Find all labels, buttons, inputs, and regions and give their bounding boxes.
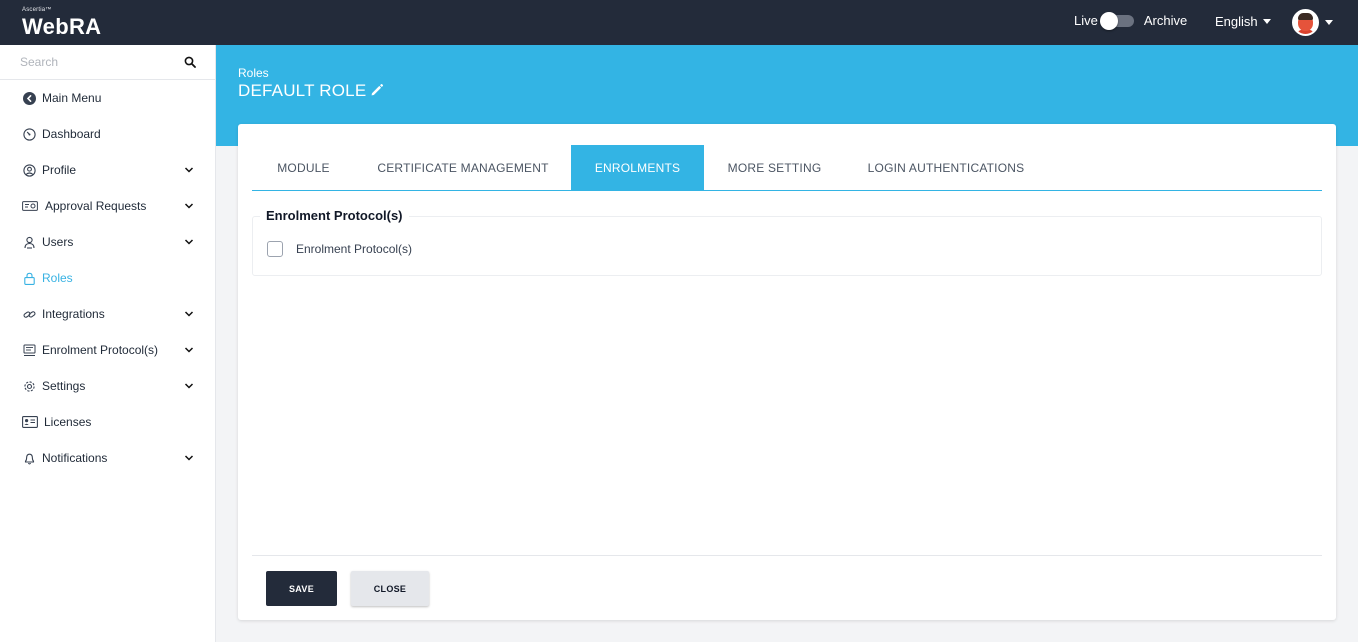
chevron-down-icon — [184, 455, 194, 461]
logo-product: WebRA — [22, 14, 102, 39]
sidebar-item-label: Approval Requests — [45, 199, 147, 213]
sidebar-search — [0, 45, 215, 80]
protocol-icon — [22, 343, 36, 357]
chevron-down-icon — [184, 239, 194, 245]
tab-bar: MODULE CERTIFICATE MANAGEMENT ENROLMENTS… — [252, 145, 1322, 191]
tab-enrolments[interactable]: ENROLMENTS — [571, 145, 704, 190]
live-label: Live — [1074, 13, 1098, 28]
role-editor-card: MODULE CERTIFICATE MANAGEMENT ENROLMENTS… — [238, 124, 1336, 620]
checkbox-label[interactable]: Enrolment Protocol(s) — [296, 242, 412, 256]
chevron-down-icon — [184, 167, 194, 173]
sidebar-item-label: Enrolment Protocol(s) — [42, 343, 159, 357]
chevron-down-icon — [184, 347, 194, 353]
lock-icon — [22, 271, 36, 285]
sidebar-item-label: Users — [42, 235, 74, 249]
sidebar-item-roles[interactable]: Roles — [0, 260, 215, 296]
user-circle-icon — [22, 163, 36, 177]
chevron-down-icon — [184, 203, 194, 209]
sidebar-item-label: Roles — [42, 271, 73, 285]
caret-down-icon — [1262, 19, 1271, 24]
tab-module[interactable]: MODULE — [252, 145, 355, 190]
logo-brand: Ascertia™ — [22, 7, 52, 13]
search-input[interactable] — [12, 51, 172, 73]
toggle-knob — [1099, 11, 1118, 30]
sidebar-item-label: Licenses — [44, 415, 92, 429]
sidebar-item-label: Dashboard — [42, 127, 101, 141]
chevron-down-icon — [184, 311, 194, 317]
close-button[interactable]: CLOSE — [351, 571, 429, 606]
pencil-icon[interactable] — [370, 83, 384, 97]
users-icon — [22, 235, 36, 249]
tab-more-setting[interactable]: MORE SETTING — [704, 145, 845, 190]
approval-icon — [22, 199, 38, 213]
tab-certificate-management[interactable]: CERTIFICATE MANAGEMENT — [355, 145, 571, 190]
sidebar-item-main-menu[interactable]: Main Menu — [0, 80, 215, 116]
language-label: English — [1215, 14, 1258, 29]
sidebar-item-label: Profile — [42, 163, 77, 177]
sidebar-item-licenses[interactable]: Licenses — [0, 404, 215, 440]
sidebar-item-approval-requests[interactable]: Approval Requests — [0, 188, 215, 224]
language-selector[interactable]: English — [1215, 14, 1271, 29]
sidebar-item-users[interactable]: Users — [0, 224, 215, 260]
section-title: Enrolment Protocol(s) — [260, 208, 409, 223]
avatar — [1292, 9, 1319, 36]
top-bar: Ascertia™ WebRA Live Archive English — [0, 0, 1358, 45]
gear-icon — [22, 379, 36, 393]
save-button[interactable]: SAVE — [266, 571, 337, 606]
archive-label: Archive — [1143, 13, 1188, 28]
back-circle-icon — [22, 91, 36, 105]
sidebar-item-settings[interactable]: Settings — [0, 368, 215, 404]
sidebar: Main Menu Dashboard Profile Approval Req… — [0, 45, 216, 642]
bell-icon — [22, 451, 36, 465]
sidebar-item-notifications[interactable]: Notifications — [0, 440, 215, 476]
sidebar-item-label: Settings — [42, 379, 86, 393]
caret-down-icon — [1325, 20, 1333, 25]
search-icon[interactable] — [184, 56, 196, 68]
sidebar-item-integrations[interactable]: Integrations — [0, 296, 215, 332]
sidebar-item-label: Notifications — [42, 451, 108, 465]
tab-login-authentications[interactable]: LOGIN AUTHENTICATIONS — [845, 145, 1047, 190]
live-archive-switch: Live Archive — [1074, 11, 1188, 30]
sidebar-item-profile[interactable]: Profile — [0, 152, 215, 188]
sidebar-item-dashboard[interactable]: Dashboard — [0, 116, 215, 152]
user-menu[interactable] — [1292, 9, 1333, 36]
page-title: DEFAULT ROLE — [238, 81, 367, 100]
chevron-down-icon — [184, 383, 194, 389]
id-card-icon — [22, 415, 38, 429]
live-archive-toggle[interactable] — [1099, 11, 1134, 30]
gauge-icon — [22, 127, 36, 141]
enrolment-protocols-section — [252, 216, 1322, 276]
sidebar-item-label: Main Menu — [42, 91, 102, 105]
breadcrumb[interactable]: Roles — [238, 66, 269, 80]
enrolment-protocols-checkbox[interactable] — [267, 241, 283, 257]
divider — [252, 555, 1322, 556]
sidebar-item-label: Integrations — [42, 307, 105, 321]
link-icon — [22, 307, 36, 321]
sidebar-item-enrolment-protocols[interactable]: Enrolment Protocol(s) — [0, 332, 215, 368]
